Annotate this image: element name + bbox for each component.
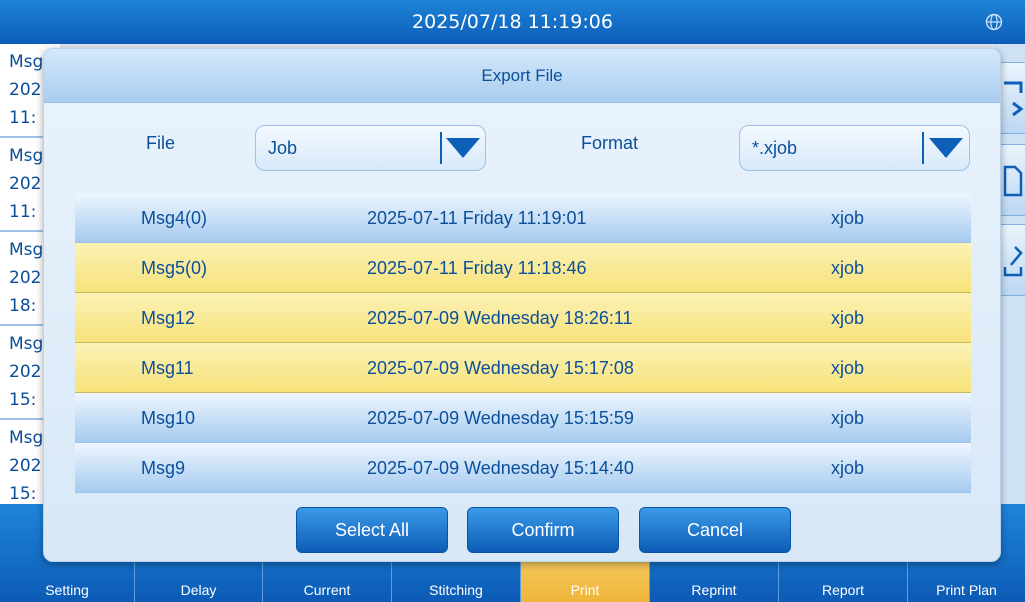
- cancel-button[interactable]: Cancel: [639, 507, 791, 553]
- confirm-button[interactable]: Confirm: [467, 507, 619, 553]
- file-list: Msg4(0) 2025-07-11 Friday 11:19:01 xjob …: [75, 193, 971, 495]
- edit-icon: [1003, 246, 1023, 277]
- export-icon: [1004, 81, 1024, 117]
- format-select-value: *.xjob: [752, 138, 798, 158]
- format-select[interactable]: *.xjob: [739, 125, 970, 171]
- export-file-dialog: Export File File Job Format *.xjob Msg4(…: [43, 48, 1001, 562]
- table-row[interactable]: Msg4(0) 2025-07-11 Friday 11:19:01 xjob: [75, 193, 971, 243]
- datetime-display: 2025/07/18 11:19:06: [412, 11, 613, 33]
- dialog-title: Export File: [481, 66, 563, 85]
- file-icon: [1003, 165, 1023, 197]
- chevron-down-icon[interactable]: [446, 138, 480, 158]
- table-row[interactable]: Msg12 2025-07-09 Wednesday 18:26:11 xjob: [75, 293, 971, 343]
- dialog-header: Export File: [44, 49, 1000, 103]
- format-label: Format: [581, 133, 639, 153]
- globe-icon[interactable]: [985, 13, 1003, 31]
- select-all-button[interactable]: Select All: [296, 507, 448, 553]
- status-bar: 2025/07/18 11:19:06: [0, 0, 1025, 44]
- table-row[interactable]: Msg10 2025-07-09 Wednesday 15:15:59 xjob: [75, 393, 971, 443]
- file-select-value: Job: [268, 138, 298, 158]
- table-row[interactable]: Msg5(0) 2025-07-11 Friday 11:18:46 xjob: [75, 243, 971, 293]
- chevron-down-icon[interactable]: [929, 138, 963, 158]
- table-row[interactable]: Msg9 2025-07-09 Wednesday 15:14:40 xjob: [75, 443, 971, 493]
- file-select[interactable]: Job: [255, 125, 486, 171]
- file-label: File: [146, 133, 176, 153]
- table-row[interactable]: Msg11 2025-07-09 Wednesday 15:17:08 xjob: [75, 343, 971, 393]
